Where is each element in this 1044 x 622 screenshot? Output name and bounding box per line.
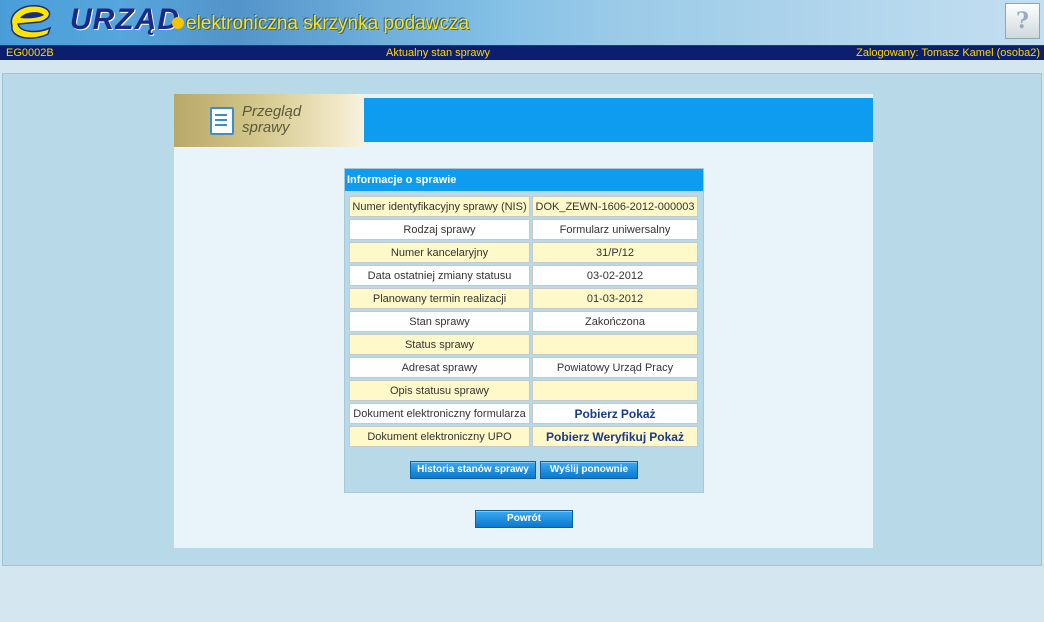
row-label: Dokument elektroniczny formularza [349, 403, 530, 424]
link-pobierz[interactable]: Pobierz [546, 430, 589, 444]
link-pokaż[interactable]: Pokaż [621, 407, 656, 421]
row-value [532, 380, 698, 401]
status-bar: EG0002B Aktualny stan sprawy Zalogowany:… [0, 45, 1044, 60]
table-row: Numer identyfikacyjny sprawy (NIS) DOK_ZE… [349, 196, 698, 217]
table-row: Adresat sprawy Powiatowy Urząd Pracy [349, 357, 698, 378]
row-label: Adresat sprawy [349, 357, 530, 378]
content-panel: Przegląd sprawy Informacje o sprawie Num… [174, 94, 873, 548]
panel-title-line1: Przegląd [242, 103, 302, 120]
link-pobierz[interactable]: Pobierz [574, 407, 617, 421]
help-icon: ? [1016, 8, 1029, 34]
row-label: Opis statusu sprawy [349, 380, 530, 401]
panel-header-bar [364, 98, 873, 142]
row-value: Formularz uniwersalny [532, 219, 698, 240]
row-label: Status sprawy [349, 334, 530, 355]
row-label: Rodzaj sprawy [349, 219, 530, 240]
history-button[interactable]: Historia stanów sprawy [410, 461, 536, 479]
screen-title: Aktualny stan sprawy [386, 47, 490, 59]
panel-title-line2: sprawy [242, 119, 290, 136]
table-row: Stan sprawy Zakończona [349, 311, 698, 332]
panel-header: Przegląd sprawy [174, 94, 873, 147]
logo-text: URZĄD [70, 3, 180, 36]
resend-button[interactable]: Wyślij ponownie [540, 461, 638, 479]
logged-user: Zalogowany: Tomasz Kamel (osoba2) [856, 47, 1040, 59]
case-info-box: Informacje o sprawie Numer identyfikacyj… [344, 168, 704, 493]
logo-subtitle: elektroniczna skrzynka podawcza [186, 13, 470, 34]
row-value: 31/P/12 [532, 242, 698, 263]
table-row: Dokument elektroniczny formularza Pobierz… [349, 403, 698, 424]
table-row: Planowany termin realizacji 01-03-2012 [349, 288, 698, 309]
case-info-title: Informacje o sprawie [345, 169, 703, 191]
help-button[interactable]: ? [1005, 3, 1040, 39]
table-row: Status sprawy [349, 334, 698, 355]
row-label: Data ostatniej zmiany statusu [349, 265, 530, 286]
table-row: Rodzaj sprawy Formularz uniwersalny [349, 219, 698, 240]
row-label: Numer kancelaryjny [349, 242, 530, 263]
document-search-icon [210, 107, 234, 135]
table-row: Dokument elektroniczny UPO Pobierz Weryfi… [349, 426, 698, 447]
row-links: Pobierz Pokaż [532, 403, 698, 424]
row-links: Pobierz Weryfikuj Pokaż [532, 426, 698, 447]
row-label: Numer identyfikacyjny sprawy (NIS) [349, 196, 530, 217]
row-label: Planowany termin realizacji [349, 288, 530, 309]
table-row: Opis statusu sprawy [349, 380, 698, 401]
link-weryfikuj[interactable]: Weryfikuj [592, 430, 646, 444]
top-banner: URZĄD elektroniczna skrzynka podawcza ? [0, 0, 1044, 45]
logo-e-icon [10, 5, 52, 39]
row-value: Zakończona [532, 311, 698, 332]
logo-dot-icon [172, 17, 184, 29]
row-value: Powiatowy Urząd Pracy [532, 357, 698, 378]
row-value: 03-02-2012 [532, 265, 698, 286]
link-pokaż[interactable]: Pokaż [649, 430, 684, 444]
row-value [532, 334, 698, 355]
row-value: DOK_ZEWN-1606-2012-000003 [532, 196, 698, 217]
panel-header-tab: Przegląd sprawy [174, 94, 364, 147]
panel-title: Przegląd sprawy [242, 104, 301, 136]
row-label: Dokument elektroniczny UPO [349, 426, 530, 447]
row-label: Stan sprawy [349, 311, 530, 332]
main-frame: Przegląd sprawy Informacje o sprawie Num… [2, 73, 1042, 566]
case-info-table: Numer identyfikacyjny sprawy (NIS) DOK_ZE… [347, 194, 700, 449]
table-row: Data ostatniej zmiany statusu 03-02-2012 [349, 265, 698, 286]
row-value: 01-03-2012 [532, 288, 698, 309]
table-row: Numer kancelaryjny 31/P/12 [349, 242, 698, 263]
back-button[interactable]: Powrót [475, 510, 573, 528]
